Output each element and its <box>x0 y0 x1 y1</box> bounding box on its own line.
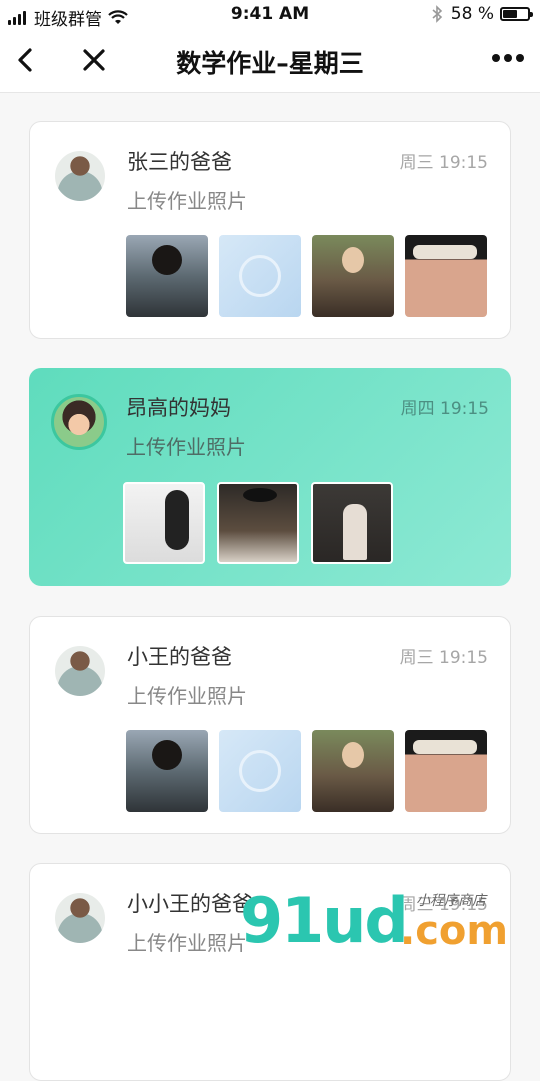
battery-icon <box>500 7 533 21</box>
watermark-suffix: .com <box>400 908 509 954</box>
avatar <box>52 148 108 204</box>
avatar <box>51 394 107 450</box>
watermark-tagline: 小程序商店 <box>416 893 486 909</box>
bluetooth-icon <box>432 5 442 23</box>
photo-thumbnail[interactable] <box>123 482 205 564</box>
card-description: 上传作业照片 <box>126 435 246 459</box>
battery-percent: 58 % <box>450 4 494 24</box>
card-author: 小小王的爸爸 <box>127 892 253 916</box>
status-right: 58 % <box>431 4 533 24</box>
status-bar: 班级群管 9:41 AM 58 % <box>0 0 540 30</box>
card-description: 上传作业照片 <box>127 189 247 213</box>
more-dots-icon[interactable] <box>488 54 524 62</box>
watermark-logo: 91ud <box>240 884 409 957</box>
card-time: 周三 19:15 <box>399 153 488 173</box>
photo-thumbnails <box>123 482 405 564</box>
nav-bar: 数学作业–星期三 <box>0 30 540 93</box>
photo-thumbnail[interactable] <box>126 235 208 317</box>
homework-card[interactable]: 张三的爸爸 周三 19:15 上传作业照片 <box>29 121 511 339</box>
photo-thumbnail[interactable] <box>219 235 301 317</box>
photo-thumbnail[interactable] <box>126 730 208 812</box>
page-title: 数学作业–星期三 <box>176 49 364 78</box>
avatar <box>52 890 108 946</box>
card-author: 小王的爸爸 <box>127 645 232 669</box>
photo-thumbnail[interactable] <box>312 730 394 812</box>
card-description: 上传作业照片 <box>127 684 247 708</box>
photo-thumbnail[interactable] <box>405 235 487 317</box>
avatar <box>52 643 108 699</box>
homework-card[interactable]: 小王的爸爸 周三 19:15 上传作业照片 <box>29 616 511 834</box>
card-description: 上传作业照片 <box>127 931 247 955</box>
photo-thumbnail[interactable] <box>405 730 487 812</box>
photo-thumbnail[interactable] <box>217 482 299 564</box>
watermark: 91ud .com 小程序商店 <box>240 880 540 960</box>
photo-thumbnail[interactable] <box>219 730 301 812</box>
homework-card-active[interactable]: 昂高的妈妈 周四 19:15 上传作业照片 <box>29 368 511 586</box>
photo-thumbnails <box>126 730 498 812</box>
photo-thumbnail[interactable] <box>311 482 393 564</box>
card-time: 周三 19:15 <box>399 648 488 668</box>
card-author: 昂高的妈妈 <box>126 396 231 420</box>
photo-thumbnails <box>126 235 498 317</box>
card-time: 周四 19:15 <box>400 399 489 419</box>
photo-thumbnail[interactable] <box>312 235 394 317</box>
card-author: 张三的爸爸 <box>127 150 232 174</box>
